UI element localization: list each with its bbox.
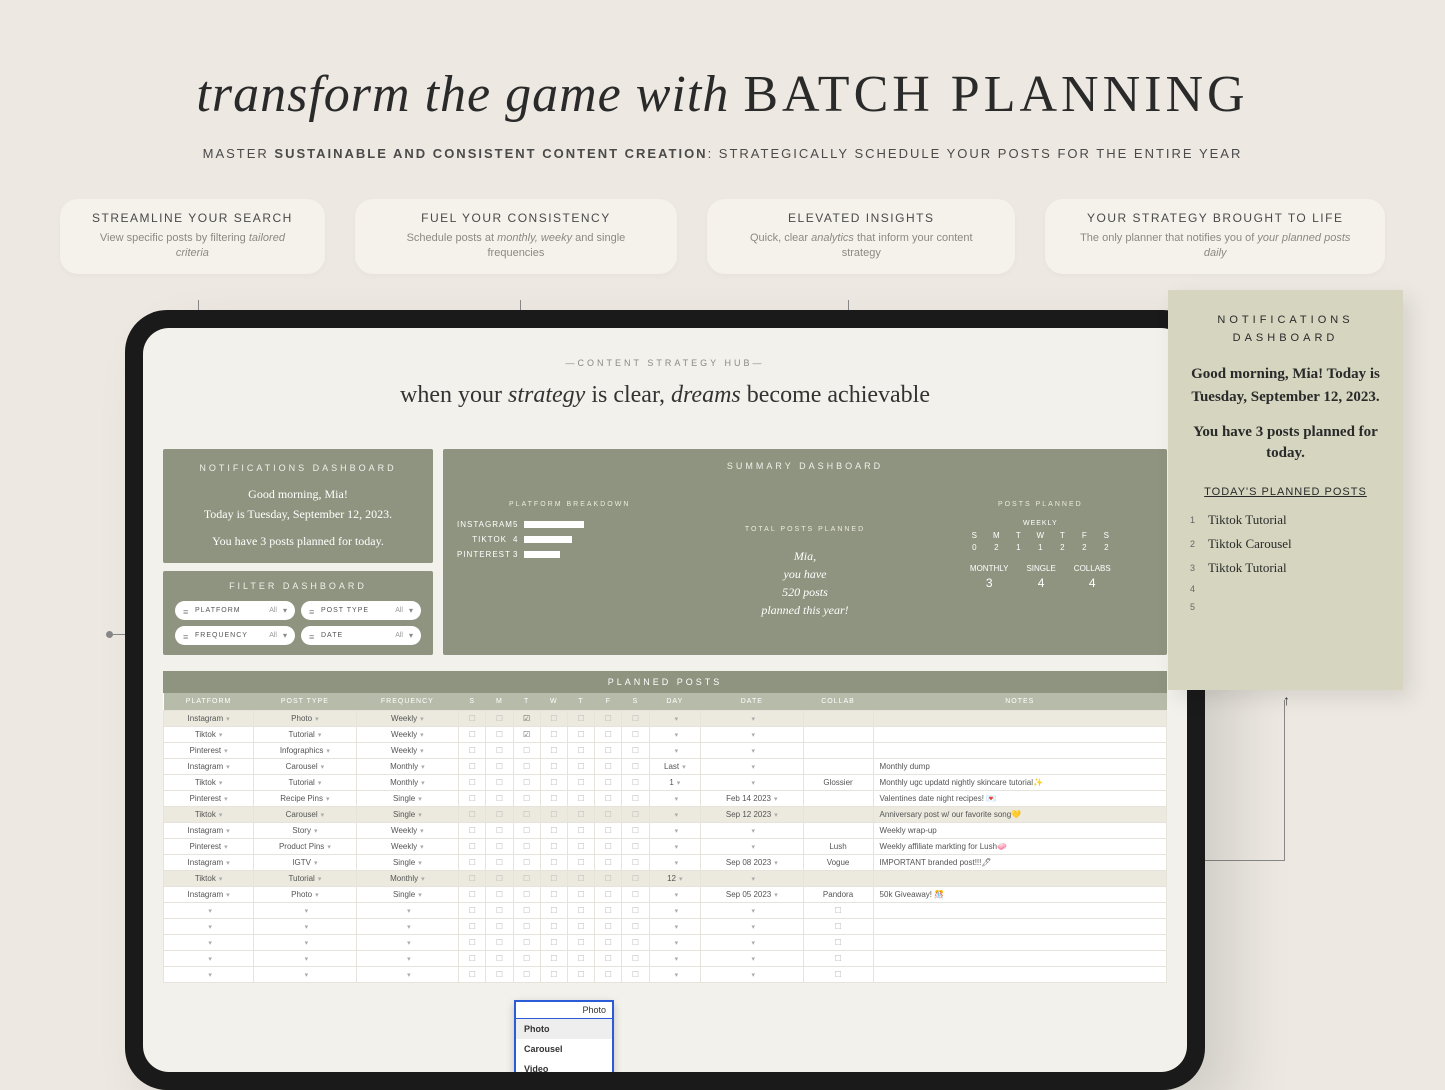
table-row[interactable] [164,950,1167,966]
sidepanel-greeting: Good morning, Mia! Today is Tuesday, Sep… [1186,363,1385,408]
col-header: DATE [701,693,803,711]
sidepanel-item: 1Tiktok Tutorial [1186,508,1385,532]
col-header: S [622,693,649,711]
planned-posts-table[interactable]: PLATFORMPOST TYPEFREQUENCYSMTWTFSDAYDATE… [163,693,1167,983]
hub-title: when your strategy is clear, dreams beco… [143,382,1187,409]
filter-date[interactable]: DATEAll [301,626,421,645]
table-row[interactable]: InstagramIGTVSingleSep 08 2023VogueIMPOR… [164,854,1167,870]
table-row[interactable]: TiktokTutorialWeekly [164,726,1167,742]
arrow-up-icon: ↑ [1283,694,1290,710]
sidepanel-item: 3Tiktok Tutorial [1186,556,1385,580]
posts-planned: POSTS PLANNED WEEKLY SMTWTFS 0211222 MON… [928,501,1153,643]
filter-platform[interactable]: PLATFORMAll [175,601,295,620]
tablet-screen: —CONTENT STRATEGY HUB— when your strateg… [143,328,1187,1072]
table-row[interactable]: InstagramPhotoSingleSep 05 2023Pandora50… [164,886,1167,902]
col-header: COLLAB [803,693,873,711]
col-header: F [595,693,622,711]
posttype-dropdown[interactable]: Photo Photo Carousel Video IGTV [514,1000,614,1072]
table-row[interactable] [164,902,1167,918]
sidepanel-title: NOTIFICATIONS DASHBOARD [1186,312,1385,347]
notifications-card: NOTIFICATIONS DASHBOARD Good morning, Mi… [163,449,433,563]
tablet-frame: —CONTENT STRATEGY HUB— when your strateg… [125,310,1205,1090]
summary-card: SUMMARY DASHBOARD PLATFORM BREAKDOWN INS… [443,449,1167,655]
sidepanel-item: 2Tiktok Carousel [1186,532,1385,556]
filter-card: FILTER DASHBOARD PLATFORMAll POST TYPEAl… [163,571,433,655]
table-row[interactable]: PinterestProduct PinsWeeklyLushWeekly af… [164,838,1167,854]
pill-consistency: FUEL YOUR CONSISTENCY Schedule posts at … [355,199,677,274]
table-row[interactable]: TiktokTutorialMonthly1GlossierMonthly ug… [164,774,1167,790]
pill-insights: ELEVATED INSIGHTS Quick, clear analytics… [707,199,1015,274]
table-row[interactable] [164,934,1167,950]
col-header: M [486,693,513,711]
table-row[interactable]: InstagramPhotoWeekly [164,710,1167,726]
planned-posts-header: PLANNED POSTS [163,671,1167,693]
table-row[interactable]: PinterestInfographicsWeekly [164,742,1167,758]
feature-pills: STREAMLINE YOUR SEARCH View specific pos… [0,199,1445,274]
table-row[interactable]: TiktokTutorialMonthly12 [164,870,1167,886]
col-header: T [513,693,540,711]
connector-dot [106,631,113,638]
col-header: FREQUENCY [356,693,459,711]
col-header: PLATFORM [164,693,254,711]
notifications-sidepanel: NOTIFICATIONS DASHBOARD Good morning, Mi… [1168,290,1403,690]
table-row[interactable]: InstagramStoryWeeklyWeekly wrap-up [164,822,1167,838]
sidepanel-count: You have 3 posts planned for today. [1186,422,1385,464]
hub-label: —CONTENT STRATEGY HUB— [143,328,1187,368]
table-row[interactable]: InstagramCarouselMonthlyLastMonthly dump [164,758,1167,774]
table-row[interactable] [164,918,1167,934]
pill-search: STREAMLINE YOUR SEARCH View specific pos… [60,199,325,274]
table-row[interactable]: TiktokCarouselSingleSep 12 2023Anniversa… [164,806,1167,822]
connector-line [1284,700,1285,860]
subheadline: MASTER SUSTAINABLE AND CONSISTENT CONTEN… [0,146,1445,161]
sidepanel-item: 5 [1186,598,1385,616]
col-header: NOTES [873,693,1166,711]
col-header: POST TYPE [254,693,356,711]
headline: transform the game with BATCH PLANNING [0,0,1445,124]
dropdown-option[interactable]: Photo [516,1019,612,1039]
filter-posttype[interactable]: POST TYPEAll [301,601,421,620]
sidepanel-item: 4 [1186,580,1385,598]
col-header: T [567,693,594,711]
col-header: W [540,693,567,711]
platform-breakdown: PLATFORM BREAKDOWN INSTAGRAM5 TIKTOK4 PI… [457,501,682,643]
col-header: S [459,693,486,711]
filter-frequency[interactable]: FREQUENCYAll [175,626,295,645]
table-row[interactable] [164,966,1167,982]
dropdown-option[interactable]: Carousel [516,1039,612,1059]
table-row[interactable]: PinterestRecipe PinsSingleFeb 14 2023Val… [164,790,1167,806]
pill-strategy: YOUR STRATEGY BROUGHT TO LIFE The only p… [1045,199,1385,274]
dropdown-option[interactable]: Video [516,1059,612,1072]
total-posts: TOTAL POSTS PLANNED Mia, you have 520 po… [692,501,917,643]
col-header: DAY [649,693,701,711]
sidepanel-today-header: TODAY'S PLANNED POSTS [1186,486,1385,498]
